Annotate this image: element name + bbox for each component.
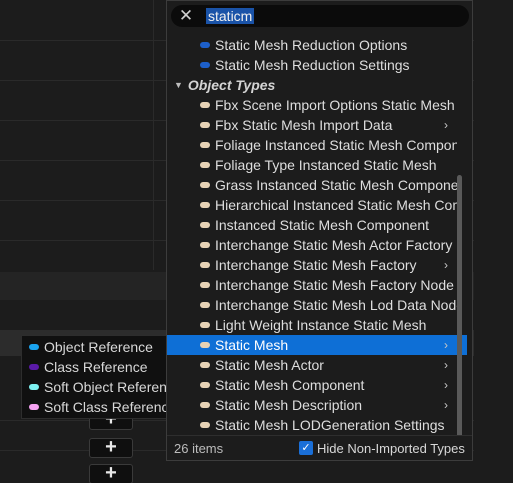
type-color-icon — [200, 242, 210, 248]
list-item-label: Static Mesh Reduction Settings — [215, 57, 410, 73]
plus-icon: + — [105, 436, 117, 458]
list-item[interactable]: Static Mesh Description › — [167, 395, 467, 415]
list-item-label: Static Mesh Description — [215, 397, 363, 413]
type-color-icon — [200, 102, 210, 108]
type-color-icon — [200, 202, 210, 208]
list-item[interactable]: Foliage Type Instanced Static Mesh — [167, 155, 467, 175]
list-item-label: Static Mesh LODGeneration Settings — [215, 417, 445, 433]
list-item-label: Static Mesh Reduction Options — [215, 37, 408, 53]
list-item[interactable]: Static Mesh Reduction Settings — [167, 55, 467, 75]
list-item[interactable]: Static Mesh LODGeneration Settings — [167, 415, 467, 435]
search-input[interactable]: ✕ staticm — [171, 5, 469, 27]
list-item-label: Static Mesh Component — [215, 377, 365, 393]
category-label: Object Types — [187, 77, 276, 93]
chevron-right-icon: › — [444, 258, 448, 272]
type-color-icon — [200, 182, 210, 188]
scrollbar-thumb[interactable] — [457, 175, 462, 435]
add-element-button[interactable]: + — [89, 462, 133, 483]
list-item[interactable]: Static Mesh Reduction Options — [167, 35, 467, 55]
type-color-icon — [200, 62, 210, 68]
list-item[interactable]: Instanced Static Mesh Component — [167, 215, 467, 235]
reference-type-label: Soft Object Reference — [44, 379, 182, 395]
list-item-label: Foliage Type Instanced Static Mesh — [215, 157, 437, 173]
list-item[interactable]: Hierarchical Instanced Static Mesh Compo… — [167, 195, 467, 215]
hide-non-imported-label[interactable]: Hide Non-Imported Types — [317, 441, 465, 456]
type-color-icon — [200, 362, 210, 368]
chevron-right-icon: › — [444, 358, 448, 372]
grid-line — [153, 0, 154, 270]
type-picker-dropdown: ✕ staticm Static Mesh Reduction Options … — [166, 0, 473, 461]
type-color-icon — [200, 402, 210, 408]
close-icon[interactable]: ✕ — [178, 7, 194, 24]
list-item[interactable]: Grass Instanced Static Mesh Component — [167, 175, 467, 195]
reference-type-label: Class Reference — [44, 359, 148, 375]
pin-color-icon — [29, 404, 39, 410]
list-item-label: Static Mesh — [215, 337, 289, 353]
list-item[interactable]: Static Mesh Actor › — [167, 355, 467, 375]
pin-color-icon — [29, 344, 39, 350]
reference-type-label: Soft Class Reference — [44, 399, 177, 415]
list-item[interactable]: Interchange Static Mesh Factory Node — [167, 275, 467, 295]
type-color-icon — [200, 322, 210, 328]
list-item-label: Interchange Static Mesh Actor Factory — [215, 237, 453, 253]
list-item-label: Instanced Static Mesh Component — [215, 217, 430, 233]
pin-color-icon — [29, 384, 39, 390]
list-item[interactable]: Interchange Static Mesh Factory › — [167, 255, 467, 275]
type-color-icon — [200, 302, 210, 308]
type-color-icon — [200, 42, 210, 48]
pin-color-icon — [29, 364, 39, 370]
list-item[interactable]: Fbx Static Mesh Import Data › — [167, 115, 467, 135]
list-item-label: Interchange Static Mesh Factory Node — [215, 277, 454, 293]
hide-non-imported-checkbox[interactable]: ✓ — [299, 441, 313, 455]
list-item[interactable]: Foliage Instanced Static Mesh Component — [167, 135, 467, 155]
item-count: 26 items — [174, 441, 224, 456]
add-element-button[interactable]: + — [89, 436, 133, 458]
list-item[interactable]: Static Mesh Component › — [167, 375, 467, 395]
list-item-label: Interchange Static Mesh Lod Data Node — [215, 297, 457, 313]
reference-type-label: Object Reference — [44, 339, 153, 355]
type-color-icon — [200, 342, 210, 348]
list-item-label: Fbx Scene Import Options Static Mesh — [215, 97, 455, 113]
checkmark-icon: ✓ — [301, 442, 311, 454]
list-item-label: Interchange Static Mesh Factory — [215, 257, 417, 273]
chevron-right-icon: › — [444, 338, 448, 352]
scrollbar[interactable] — [457, 175, 462, 435]
type-color-icon — [200, 142, 210, 148]
type-color-icon — [200, 422, 210, 428]
list-item[interactable]: Light Weight Instance Static Mesh — [167, 315, 467, 335]
type-color-icon — [200, 262, 210, 268]
picker-footer: 26 items ✓ Hide Non-Imported Types — [167, 435, 472, 461]
type-color-icon — [200, 122, 210, 128]
plus-icon: + — [105, 462, 117, 483]
type-color-icon — [200, 282, 210, 288]
list-item-label: Fbx Static Mesh Import Data — [215, 117, 393, 133]
list-item-label: Foliage Instanced Static Mesh Component — [215, 137, 457, 153]
chevron-right-icon: › — [444, 398, 448, 412]
list-item-label: Grass Instanced Static Mesh Component — [215, 177, 457, 193]
triangle-down-icon: ▼ — [174, 80, 183, 90]
list-item[interactable]: Interchange Static Mesh Actor Factory — [167, 235, 467, 255]
search-query[interactable]: staticm — [206, 8, 255, 24]
type-color-icon — [200, 382, 210, 388]
type-color-icon — [200, 222, 210, 228]
chevron-right-icon: › — [444, 378, 448, 392]
list-item-label: Static Mesh Actor — [215, 357, 324, 373]
list-item[interactable]: Static Mesh › — [167, 335, 467, 355]
list-item[interactable]: Fbx Scene Import Options Static Mesh — [167, 95, 467, 115]
right-panel — [474, 0, 513, 483]
type-list: Static Mesh Reduction Options Static Mes… — [167, 35, 467, 435]
list-item-label: Hierarchical Instanced Static Mesh Compo… — [215, 197, 457, 213]
type-color-icon — [200, 162, 210, 168]
list-item[interactable]: Interchange Static Mesh Lod Data Node — [167, 295, 467, 315]
chevron-right-icon: › — [444, 118, 448, 132]
list-item-label: Light Weight Instance Static Mesh — [215, 317, 427, 333]
category-header-object-types[interactable]: ▼ Object Types — [167, 75, 467, 95]
